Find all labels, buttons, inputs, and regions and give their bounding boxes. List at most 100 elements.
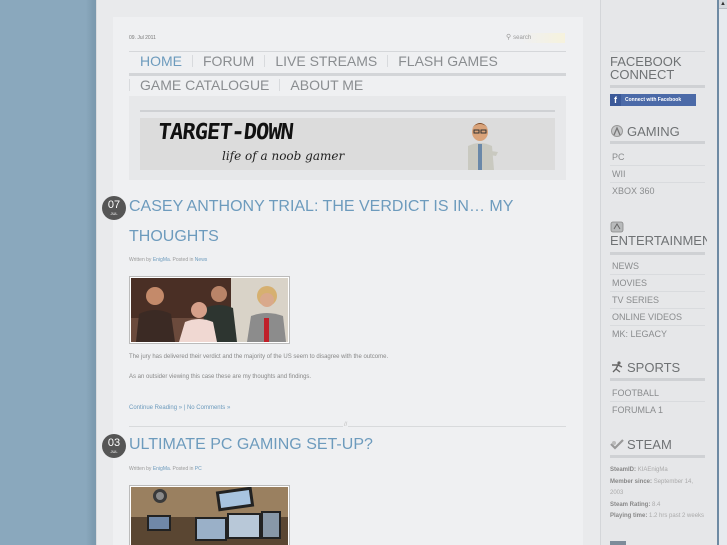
page-shadow <box>86 0 96 545</box>
posted-in-label: . Posted in <box>169 466 194 472</box>
site-banner: TARGET-DOWN life of a noob gamer <box>129 96 566 180</box>
category-link[interactable]: PC <box>195 466 202 472</box>
sidebar-item-pc[interactable]: PC <box>610 149 705 166</box>
gaming-title: GAMING <box>610 125 707 139</box>
post-month: JUL <box>110 449 118 454</box>
nav-game-catalogue[interactable]: GAME CATALOGUE <box>140 77 269 93</box>
sidebar-item-mk-legacy[interactable]: MK: LEGACY <box>610 326 705 343</box>
post-date-badge: 07 JUL <box>102 196 126 220</box>
post-title-link[interactable]: ULTIMATE PC GAMING SET-UP? <box>129 430 559 460</box>
post-divider: // <box>129 422 566 428</box>
sidebar-item-tv-series[interactable]: TV SERIES <box>610 292 705 309</box>
connect-with-facebook-button[interactable]: f Connect with Facebook <box>610 94 696 106</box>
sidebar-rule <box>610 85 705 88</box>
written-by-label: Written by <box>129 257 152 263</box>
post-meta: Written by EnigMa. Posted in News <box>129 257 207 263</box>
nav-forum[interactable]: FORUM <box>203 53 254 69</box>
sports-title-text: SPORTS <box>627 361 681 375</box>
search-placeholder: search <box>513 35 532 41</box>
steam-rating-value: 8.4 <box>652 501 661 508</box>
steam-rating-label: Steam Rating: <box>610 501 651 508</box>
author-link[interactable]: EnigMa <box>153 257 170 263</box>
sidebar-rule <box>610 141 705 144</box>
nav-separator <box>264 55 266 67</box>
category-link[interactable]: News <box>195 257 208 263</box>
steam-info: SteamID: KIAEnigMa Member since: Septemb… <box>610 465 706 523</box>
search-icon: ⚲ <box>506 34 512 41</box>
member-since-label: Member since: <box>610 478 653 485</box>
sidebar-rule <box>610 51 705 52</box>
post-month: JUL <box>110 211 118 216</box>
scroll-up-arrow-icon[interactable]: ▲ <box>719 0 727 9</box>
nav-live-streams[interactable]: LIVE STREAMS <box>275 53 377 69</box>
steam-title: STEAM <box>610 438 707 452</box>
nav-flash-games[interactable]: FLASH GAMES <box>398 53 498 69</box>
posted-in-label: . Posted in <box>169 257 194 263</box>
divider-mark: // <box>343 422 349 428</box>
continue-reading-link[interactable]: Continue Reading » <box>129 405 182 411</box>
nav-mid-rule <box>129 73 566 76</box>
sidebar-rule <box>610 252 705 255</box>
post-paragraph: The jury has delivered their verdict and… <box>129 354 389 360</box>
sidebar-item-news[interactable]: NEWS <box>610 258 705 275</box>
entertainment-title-text: ENTERTAINMENT <box>610 234 707 248</box>
facebook-title-line2: CONNECT <box>610 68 675 82</box>
facebook-title-line1: FACEBOOK <box>610 55 682 69</box>
steam-title-text: STEAM <box>627 438 672 452</box>
comments-link[interactable]: No Comments » <box>187 405 230 411</box>
sports-title: SPORTS <box>610 361 707 375</box>
nav-separator <box>192 55 193 67</box>
banner-image[interactable]: TARGET-DOWN life of a noob gamer <box>140 118 555 170</box>
current-date: 09. Jul 2011 <box>129 35 156 41</box>
steam-id-value: KIAEnigMa <box>637 467 668 473</box>
sidebar-item-wii[interactable]: WII <box>610 166 705 183</box>
facebook-button-label: Connect with Facebook <box>625 97 682 103</box>
post-thumbnail[interactable] <box>129 276 290 344</box>
sidebar-item-xbox-360[interactable]: XBOX 360 <box>610 183 705 200</box>
post-links: Continue Reading » | No Comments » <box>129 405 230 411</box>
nav-separator <box>279 79 281 91</box>
playing-time-label: Playing time: <box>610 513 648 519</box>
vertical-scrollbar[interactable]: ▲ <box>719 0 727 545</box>
member-since-row: Member since: September 14, 2003 <box>610 477 706 500</box>
nav-top-rule <box>129 51 566 52</box>
sports-list: FOOTBALL FORUMLA 1 <box>610 385 705 419</box>
sidebar-rule <box>610 455 705 458</box>
sidebar-rule <box>610 378 705 381</box>
main-nav-row-1: HOME FORUM LIVE STREAMS FLASH GAMES <box>129 53 498 69</box>
post-title-link[interactable]: CASEY ANTHONY TRIAL: THE VERDICT IS IN… … <box>129 192 559 252</box>
post-meta: Written by EnigMa. Posted in PC <box>129 466 202 472</box>
search-input[interactable]: ⚲ search <box>503 33 565 43</box>
nav-separator <box>387 55 389 67</box>
main-nav-row-2: GAME CATALOGUE ABOUT ME <box>129 77 363 93</box>
steam-id-row: SteamID: KIAEnigMa <box>610 465 706 477</box>
playing-time-row: Playing time: 1.2 hrs past 2 weeks <box>610 511 706 523</box>
author-link[interactable]: EnigMa <box>153 466 170 472</box>
steam-id-label: SteamID: <box>610 467 637 473</box>
playing-time-value: 1.2 hrs past 2 weeks <box>649 513 705 519</box>
gaming-title-text: GAMING <box>627 125 680 139</box>
sidebar-item-formula-1[interactable]: FORUMLA 1 <box>610 402 705 419</box>
half-life-icon <box>611 125 623 137</box>
sidebar-item-movies[interactable]: MOVIES <box>610 275 705 292</box>
entertainment-list: NEWS MOVIES TV SERIES ONLINE VIDEOS MK: … <box>610 258 705 343</box>
post-paragraph: As an outsider viewing this case these a… <box>129 374 312 380</box>
banner-rule <box>140 110 555 112</box>
sidebar-item-football[interactable]: FOOTBALL <box>610 385 705 402</box>
site-logo: TARGET-DOWN <box>156 120 295 145</box>
written-by-label: Written by <box>129 466 152 472</box>
nav-about-me[interactable]: ABOUT ME <box>290 77 363 93</box>
steam-game-thumbnail[interactable] <box>610 541 626 545</box>
post-day: 07 <box>107 199 121 211</box>
nav-home[interactable]: HOME <box>140 53 182 69</box>
gaming-list: PC WII XBOX 360 <box>610 149 705 200</box>
avatar-character-icon <box>468 123 498 170</box>
nav-separator <box>129 79 130 91</box>
post-thumbnail[interactable] <box>129 485 290 545</box>
gaming-setup-photo <box>131 486 288 545</box>
courtroom-photo <box>131 278 288 342</box>
sidebar-item-online-videos[interactable]: ONLINE VIDEOS <box>610 309 705 326</box>
post-day: 03 <box>107 437 121 449</box>
runner-icon <box>612 361 623 373</box>
facebook-connect-title: FACEBOOK <box>610 55 707 69</box>
